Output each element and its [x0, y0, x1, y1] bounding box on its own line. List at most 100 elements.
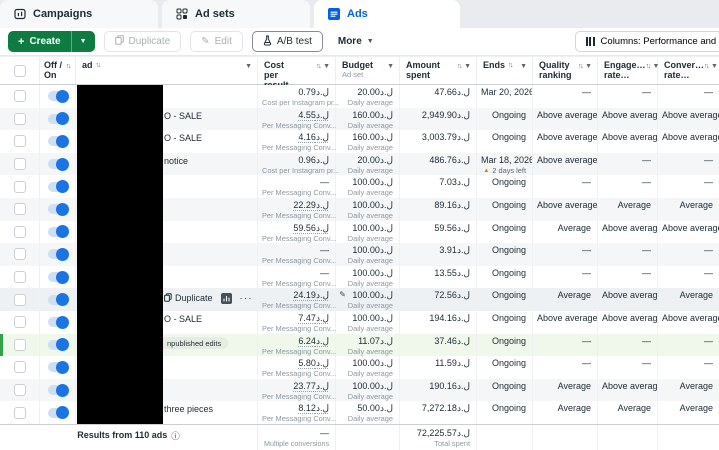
row-on-off-toggle[interactable]	[47, 293, 69, 307]
row-on-off-toggle[interactable]	[47, 383, 69, 397]
row-on-off-toggle[interactable]	[47, 202, 69, 216]
quality-ranking-cell: Average	[533, 220, 598, 244]
chevron-down-icon: ▼	[366, 38, 374, 45]
amount-spent-value: 194.16ل.د	[429, 312, 470, 323]
create-dropdown-button[interactable]: ▼	[72, 31, 95, 52]
row-checkbox[interactable]	[13, 90, 26, 103]
row-checkbox[interactable]	[13, 112, 26, 125]
cost-per-result-value[interactable]: 4.16ل.د	[262, 132, 329, 143]
duplicate-row-button[interactable]: Duplicate	[164, 293, 213, 304]
quality-ranking-value: —	[582, 177, 591, 188]
column-header-engagement-rate[interactable]: Engage… rate… ↑↓ ▼	[598, 57, 659, 84]
cost-per-result-value[interactable]: 6.24ل.د	[262, 336, 329, 347]
row-checkbox[interactable]	[13, 135, 26, 148]
row-checkbox[interactable]	[13, 293, 26, 306]
actions-toolbar: + Create ▼ Duplicate ✎ Edit A/B test Mor…	[0, 28, 719, 56]
cost-per-result-value[interactable]: 23.77ل.د	[262, 381, 329, 392]
column-header-ad[interactable]: ad ↑↓ ▼	[76, 57, 258, 84]
row-toggle-cell	[40, 401, 76, 424]
ab-test-button[interactable]: A/B test	[251, 31, 323, 52]
row-toggle-cell	[40, 288, 76, 311]
row-checkbox[interactable]	[13, 361, 26, 374]
quality-ranking-value: —	[582, 267, 591, 278]
cost-per-result-value[interactable]: 4.55ل.د	[262, 110, 329, 121]
cost-per-result-sublabel: Per Messaging Conv...	[262, 414, 337, 424]
row-on-off-toggle[interactable]	[47, 247, 69, 261]
row-checkbox[interactable]	[13, 338, 26, 351]
sort-icon: ↑↓	[704, 63, 710, 70]
budget-value: 100.00ل.د	[352, 245, 393, 256]
cost-per-result-cell: 0.79ل.د Cost per Instagram pr...	[258, 85, 339, 108]
amount-spent-value: 72.56ل.د	[434, 290, 470, 301]
cost-per-result-value[interactable]: 5.80ل.د	[262, 358, 329, 369]
row-toggle-cell	[40, 175, 76, 198]
row-on-off-toggle[interactable]	[47, 406, 69, 420]
cost-per-result-value[interactable]: 7.47ل.د	[262, 313, 329, 324]
budget-value: 100.00ل.د	[352, 177, 393, 188]
cost-per-result-value[interactable]: 22.29ل.د	[262, 200, 329, 211]
row-on-off-toggle[interactable]	[47, 225, 69, 239]
cost-per-result-value[interactable]: 8.12ل.د	[262, 403, 329, 414]
row-checkbox[interactable]	[13, 180, 26, 193]
row-checkbox[interactable]	[13, 225, 26, 238]
row-on-off-toggle[interactable]	[47, 360, 69, 374]
row-on-off-toggle[interactable]	[47, 338, 69, 352]
row-on-off-toggle[interactable]	[47, 315, 69, 329]
row-checkbox[interactable]	[13, 271, 26, 284]
conversion-rate-value: Average	[679, 290, 713, 301]
row-on-off-toggle[interactable]	[47, 270, 69, 284]
conversion-rate-cell: —	[658, 243, 719, 266]
budget-sublabel: Daily average	[347, 98, 393, 107]
column-header-cost-per-result[interactable]: Cost per result ↑↓▼	[258, 57, 336, 90]
row-on-off-toggle[interactable]	[47, 112, 69, 126]
cost-per-result-cell: 4.16ل.د Per Messaging Conv...	[258, 130, 336, 153]
column-header-budget[interactable]: Budget Ad set ▼	[336, 57, 400, 84]
info-icon[interactable]: ⓘ	[171, 430, 180, 442]
row-checkbox[interactable]	[13, 406, 26, 419]
column-header-amount-spent[interactable]: Amount spent ↑↓ ▼	[400, 57, 477, 84]
amount-spent-cell: 2,949.90ل.د	[400, 107, 477, 131]
ab-test-button-label: A/B test	[276, 36, 312, 47]
row-on-off-toggle[interactable]	[47, 89, 69, 103]
cost-per-result-value[interactable]: 59.56ل.د	[262, 223, 329, 234]
pencil-icon: ✎	[201, 36, 210, 47]
amount-spent-cell: 7.03ل.د	[400, 175, 477, 198]
column-header-ends[interactable]: Ends ↑↓ ▼	[477, 57, 533, 84]
columns-button[interactable]: Columns: Performance and -	[574, 31, 719, 52]
tab-ad-sets[interactable]: Ad sets	[162, 0, 310, 28]
tab-campaigns[interactable]: Campaigns	[0, 0, 158, 28]
table-header: Off / On ↑↓ ad ↑↓ ▼ Cost per result ↑↓▼ …	[0, 56, 719, 90]
column-header-off-on[interactable]: Off / On ↑↓	[40, 57, 76, 84]
footer-cell	[533, 425, 598, 450]
tab-ads[interactable]: Ads	[314, 0, 460, 28]
ends-cell: Ongoing	[477, 265, 533, 289]
edit-button[interactable]: ✎ Edit	[190, 31, 243, 52]
chart-icon[interactable]	[220, 292, 232, 304]
row-checkbox[interactable]	[13, 384, 26, 397]
budget-value: 50.00ل.د	[357, 403, 393, 414]
conversion-rate-value: —	[704, 358, 713, 369]
row-on-off-toggle[interactable]	[47, 134, 69, 148]
row-on-off-toggle[interactable]	[47, 180, 69, 194]
footer-cell	[598, 425, 658, 450]
budget-cell: 100.00ل.د Daily average	[336, 310, 400, 334]
row-checkbox[interactable]	[13, 316, 26, 329]
sort-icon: ↑↓	[578, 63, 584, 70]
budget-sublabel: Daily average	[347, 165, 393, 175]
toggle-knob	[55, 270, 69, 284]
row-checkbox[interactable]	[13, 203, 26, 216]
create-button[interactable]: + Create	[8, 31, 71, 52]
cost-per-result-sublabel: Per Messaging Conv...	[262, 188, 337, 198]
column-header-conversion-rate[interactable]: Conver… rate… ↑↓ ▼	[658, 57, 719, 84]
select-all-checkbox[interactable]	[13, 64, 26, 77]
more-button[interactable]: More ▼	[332, 36, 380, 47]
duplicate-button[interactable]: Duplicate	[103, 31, 182, 52]
row-select-cell	[0, 107, 40, 131]
row-checkbox[interactable]	[13, 158, 26, 171]
row-checkbox[interactable]	[13, 248, 26, 261]
more-options-button[interactable]: ···	[240, 293, 254, 303]
edit-value-icon[interactable]: ✎	[339, 290, 346, 299]
cost-per-result-value[interactable]: 24.19ل.د	[262, 290, 329, 301]
column-header-quality-ranking[interactable]: Quality ranking ↑↓ ▼	[533, 57, 598, 84]
row-on-off-toggle[interactable]	[47, 157, 69, 171]
